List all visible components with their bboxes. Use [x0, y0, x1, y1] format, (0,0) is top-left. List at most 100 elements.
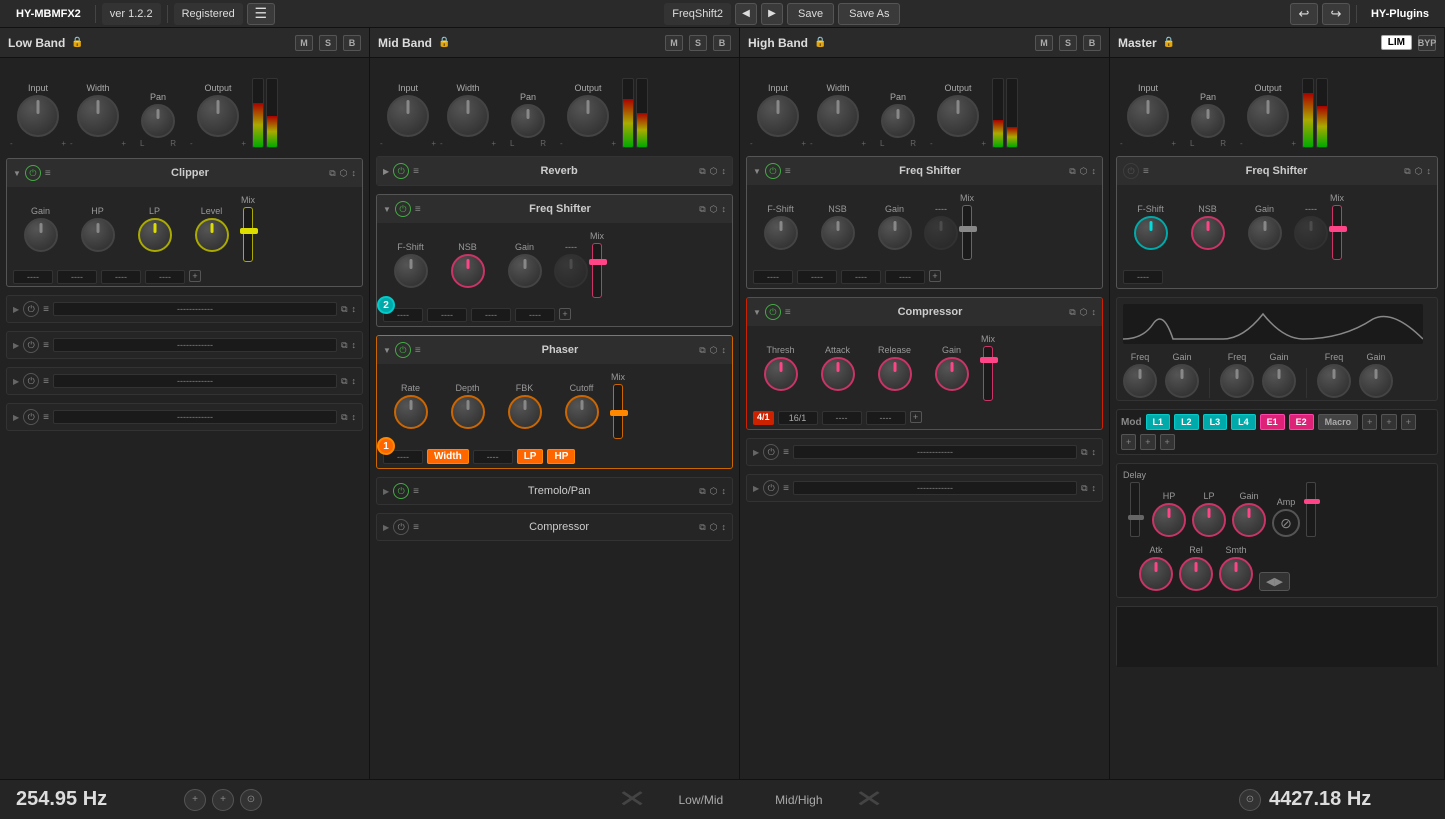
- low-slot2-menu[interactable]: ≡: [43, 340, 49, 351]
- low-param3[interactable]: ----: [101, 270, 141, 284]
- mid-comp-move-icon[interactable]: ↕: [722, 522, 727, 532]
- mid-width-knob[interactable]: [447, 95, 489, 137]
- low-clipper-copy-icon[interactable]: ⬡: [340, 168, 348, 179]
- low-band-mute[interactable]: M: [295, 35, 313, 51]
- low-param2[interactable]: ----: [57, 270, 97, 284]
- low-slot4-move-icon[interactable]: ↕: [352, 412, 357, 422]
- low-slot2-move-icon[interactable]: ↕: [352, 340, 357, 350]
- high-band-lock-icon[interactable]: 🔒: [814, 37, 826, 48]
- mid-phaser-badge[interactable]: 1: [377, 437, 395, 455]
- mid-reverb-move-icon[interactable]: ↕: [722, 166, 727, 176]
- mid-phaser-power[interactable]: ⏻: [395, 342, 411, 358]
- master-env-rel-knob[interactable]: [1179, 557, 1213, 591]
- mid-reverb-copy-icon[interactable]: ⬡: [710, 166, 718, 177]
- high-comp-ratio2[interactable]: 16/1: [778, 411, 818, 425]
- high-comp-menu-icon[interactable]: ≡: [785, 307, 791, 318]
- mid-cutoff-knob[interactable]: [565, 395, 599, 429]
- mid-fshift-mix-fader[interactable]: [592, 243, 602, 298]
- master-mod-plus-btn1[interactable]: +: [1362, 414, 1377, 430]
- master-mod-e2[interactable]: E2: [1289, 414, 1314, 430]
- master-band-lock-icon[interactable]: 🔒: [1163, 37, 1175, 48]
- mid-freq-shifter-copy-icon[interactable]: ⬡: [710, 204, 718, 215]
- mid-phaser-move-icon[interactable]: ↕: [722, 345, 727, 355]
- high-comp-param1[interactable]: ----: [822, 411, 862, 425]
- master-env-smth-knob[interactable]: [1219, 557, 1253, 591]
- high-comp-power[interactable]: ⏻: [765, 304, 781, 320]
- high-comp-ratio1[interactable]: 4/1: [753, 411, 774, 425]
- low-clipper-menu-icon[interactable]: ≡: [45, 168, 51, 179]
- master-env-bypass-btn[interactable]: ⊘: [1272, 509, 1300, 537]
- master-fshift-power[interactable]: ⏻: [1123, 163, 1139, 179]
- master-eq-freq3-knob[interactable]: [1317, 364, 1351, 398]
- mid-depth-knob[interactable]: [451, 395, 485, 429]
- high-slot1-power[interactable]: ⏻: [763, 444, 779, 460]
- low-clipper-move-icon[interactable]: ↕: [352, 168, 357, 178]
- mid-freq-shifter-header[interactable]: ⏻ ≡ Freq Shifter ⧉ ⬡ ↕: [377, 195, 732, 223]
- prev-preset-button[interactable]: ◀: [735, 3, 757, 25]
- high-comp-attack-knob[interactable]: [821, 357, 855, 391]
- master-lim-button[interactable]: LIM: [1381, 35, 1412, 50]
- add-band-low-btn2[interactable]: +: [212, 789, 234, 811]
- low-gain-knob[interactable]: [24, 218, 58, 252]
- low-param1[interactable]: ----: [13, 270, 53, 284]
- mid-pan-knob[interactable]: [511, 104, 545, 138]
- master-env-delay-fader[interactable]: [1130, 482, 1140, 537]
- high-width-knob[interactable]: [817, 95, 859, 137]
- high-fshift-expand-icon[interactable]: [753, 167, 761, 176]
- high-fshift-move-icon[interactable]: ↕: [1092, 166, 1097, 176]
- mid-freq-shifter-expand-icon[interactable]: [383, 205, 391, 214]
- high-comp-type-icon[interactable]: ⧉: [1069, 307, 1075, 318]
- low-slot1-power[interactable]: ⏻: [23, 301, 39, 317]
- high-slot1-move-icon[interactable]: ↕: [1092, 447, 1097, 457]
- low-slot3-menu[interactable]: ≡: [43, 376, 49, 387]
- high-slot2-menu[interactable]: ≡: [783, 483, 789, 494]
- mid-phaser-lp-btn[interactable]: LP: [517, 449, 544, 464]
- high-comp-copy-icon[interactable]: ⬡: [1080, 307, 1088, 318]
- high-freq-shifter-header[interactable]: ⏻ ≡ Freq Shifter ⧉ ⬡ ↕: [747, 157, 1102, 185]
- master-fshift-knob[interactable]: [1134, 216, 1168, 250]
- master-env-amp-fader[interactable]: [1306, 482, 1316, 537]
- mid-comp-menu-icon[interactable]: ≡: [413, 522, 419, 533]
- mid-phaser-type-icon[interactable]: ⧉: [699, 345, 705, 356]
- low-band-bypass[interactable]: B: [343, 35, 361, 51]
- master-fshift-nsb-knob[interactable]: [1191, 216, 1225, 250]
- master-input-knob[interactable]: [1127, 95, 1169, 137]
- master-mod-l2[interactable]: L2: [1174, 414, 1199, 430]
- mid-band-mute[interactable]: M: [665, 35, 683, 51]
- low-slot3-name[interactable]: ------------: [53, 374, 337, 388]
- low-input-knob[interactable]: [17, 95, 59, 137]
- high-fshift-knob[interactable]: [764, 216, 798, 250]
- high-fshift-param2[interactable]: ----: [797, 270, 837, 284]
- next-preset-button[interactable]: ▶: [761, 3, 783, 25]
- low-clipper-power[interactable]: ⏻: [25, 165, 41, 181]
- mid-rate-knob[interactable]: [394, 395, 428, 429]
- high-slot2-type-icon[interactable]: ⧉: [1081, 483, 1087, 494]
- high-slot2-expand-icon[interactable]: [753, 484, 759, 493]
- master-fshift-move-icon[interactable]: ↕: [1427, 166, 1432, 176]
- high-slot1-menu[interactable]: ≡: [783, 447, 789, 458]
- high-comp-release-knob[interactable]: [878, 357, 912, 391]
- high-fshift-param1[interactable]: ----: [753, 270, 793, 284]
- low-slot2-power[interactable]: ⏻: [23, 337, 39, 353]
- high-fshift-plus[interactable]: +: [929, 270, 941, 282]
- master-mod-macro[interactable]: Macro: [1318, 414, 1359, 430]
- low-slot1-name[interactable]: ------------: [53, 302, 337, 316]
- high-comp-thresh-knob[interactable]: [764, 357, 798, 391]
- high-fshift-gain-knob[interactable]: [878, 216, 912, 250]
- mid-tremolo-menu-icon[interactable]: ≡: [413, 486, 419, 497]
- master-fshift-mix-fader[interactable]: [1332, 205, 1342, 260]
- master-mod-e1[interactable]: E1: [1260, 414, 1285, 430]
- low-clipper-expand-icon[interactable]: [13, 169, 21, 178]
- master-env-atk-knob[interactable]: [1139, 557, 1173, 591]
- master-mod-plus-btn4[interactable]: +: [1121, 434, 1136, 450]
- mid-tremolo-expand-icon[interactable]: [383, 487, 389, 496]
- low-slot1-expand-icon[interactable]: [13, 305, 19, 314]
- high-comp-plus[interactable]: +: [910, 411, 922, 423]
- low-slot2-select-icon[interactable]: ⧉: [341, 340, 347, 351]
- mid-band-solo[interactable]: S: [689, 35, 707, 51]
- low-slot4-expand-icon[interactable]: [13, 413, 19, 422]
- master-eq-gain1-knob[interactable]: [1165, 364, 1199, 398]
- high-band-solo[interactable]: S: [1059, 35, 1077, 51]
- high-fshift-dash-knob[interactable]: [924, 216, 958, 250]
- mid-dash-knob[interactable]: [554, 254, 588, 288]
